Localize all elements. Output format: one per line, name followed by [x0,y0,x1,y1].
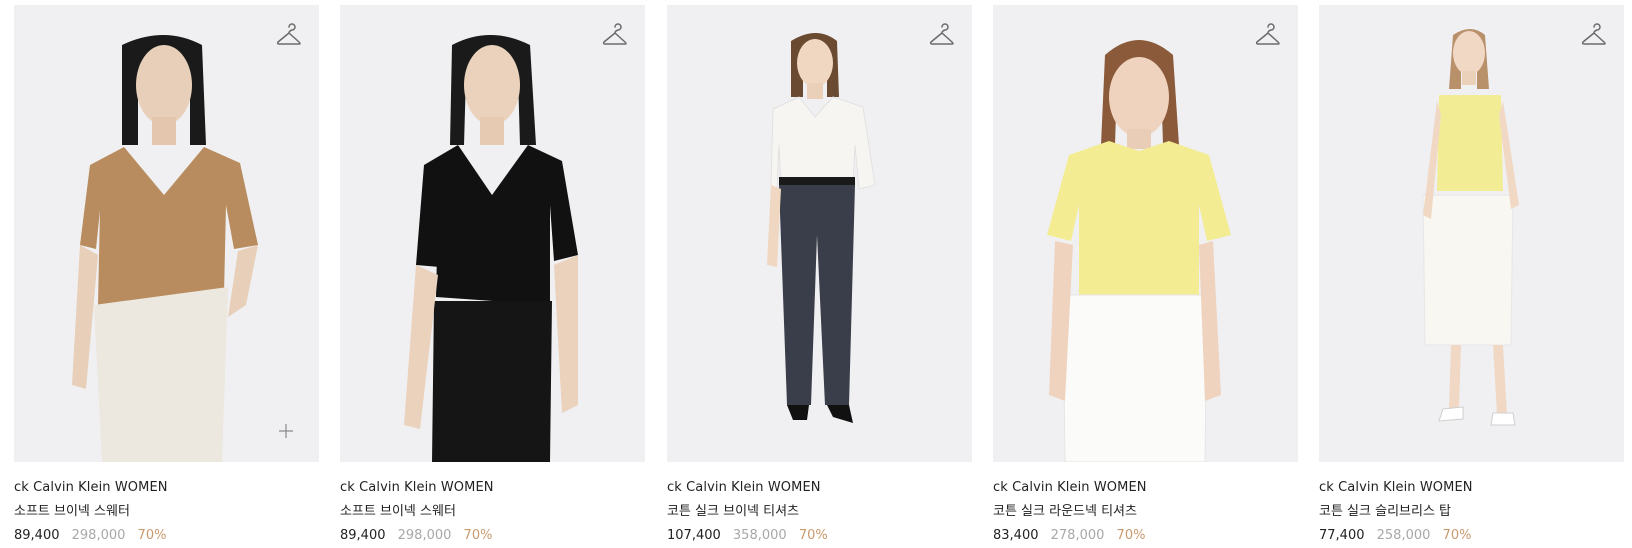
original-price: 298,000 [71,528,126,543]
product-name[interactable]: 소프트 브이넥 스웨터 [14,503,319,521]
product-brand[interactable]: ck Calvin Klein WOMEN [14,479,319,497]
original-price: 258,000 [1376,528,1431,543]
sale-price: 89,400 [340,528,386,543]
hanger-icon[interactable] [1254,21,1282,49]
product-name[interactable]: 코튼 실크 라운드넥 티셔츠 [993,503,1298,521]
product-card[interactable]: ck Calvin Klein WOMEN 코튼 실크 슬리브리스 탑 77,4… [1319,5,1624,545]
original-price: 298,000 [397,528,452,543]
price-row: 77,400 258,000 70% [1319,527,1624,545]
product-photo [72,35,258,462]
price-row: 83,400 278,000 70% [993,527,1298,545]
original-price: 358,000 [732,528,787,543]
hanger-icon[interactable] [601,21,629,49]
sale-price: 77,400 [1319,528,1365,543]
price-row: 89,400 298,000 70% [340,527,645,545]
product-photo [1422,29,1519,426]
product-name[interactable]: 코튼 실크 슬리브리스 탑 [1319,503,1624,521]
product-grid: ck Calvin Klein WOMEN 소프트 브이넥 스웨터 89,400… [0,0,1632,548]
product-image[interactable] [340,5,645,462]
product-name[interactable]: 소프트 브이넥 스웨터 [340,503,645,521]
product-name[interactable]: 코튼 실크 브이넥 티셔츠 [667,503,972,521]
hanger-icon[interactable] [928,21,956,49]
product-image[interactable] [14,5,319,462]
hanger-icon[interactable] [1580,21,1608,49]
discount-rate: 70% [1116,528,1146,543]
price-row: 107,400 358,000 70% [667,527,972,545]
original-price: 278,000 [1050,528,1105,543]
product-card[interactable]: ck Calvin Klein WOMEN 소프트 브이넥 스웨터 89,400… [340,5,645,545]
sale-price: 83,400 [993,528,1039,543]
product-brand[interactable]: ck Calvin Klein WOMEN [993,479,1298,497]
product-photo [767,33,876,423]
discount-rate: 70% [1442,528,1472,543]
product-image[interactable] [993,5,1298,462]
product-brand[interactable]: ck Calvin Klein WOMEN [1319,479,1624,497]
product-image[interactable] [667,5,972,462]
product-card[interactable]: ck Calvin Klein WOMEN 소프트 브이넥 스웨터 89,400… [14,5,319,545]
product-card[interactable]: ck Calvin Klein WOMEN 코튼 실크 브이넥 티셔츠 107,… [667,5,972,545]
sale-price: 89,400 [14,528,60,543]
discount-rate: 70% [798,528,828,543]
product-card[interactable]: ck Calvin Klein WOMEN 코튼 실크 라운드넥 티셔츠 83,… [993,5,1298,545]
product-photo [404,35,578,462]
discount-rate: 70% [463,528,493,543]
sale-price: 107,400 [667,528,721,543]
product-brand[interactable]: ck Calvin Klein WOMEN [340,479,645,497]
product-brand[interactable]: ck Calvin Klein WOMEN [667,479,972,497]
plus-icon[interactable] [277,422,295,440]
price-row: 89,400 298,000 70% [14,527,319,545]
discount-rate: 70% [137,528,167,543]
product-image[interactable] [1319,5,1624,462]
product-photo [1047,40,1231,462]
hanger-icon[interactable] [275,21,303,49]
